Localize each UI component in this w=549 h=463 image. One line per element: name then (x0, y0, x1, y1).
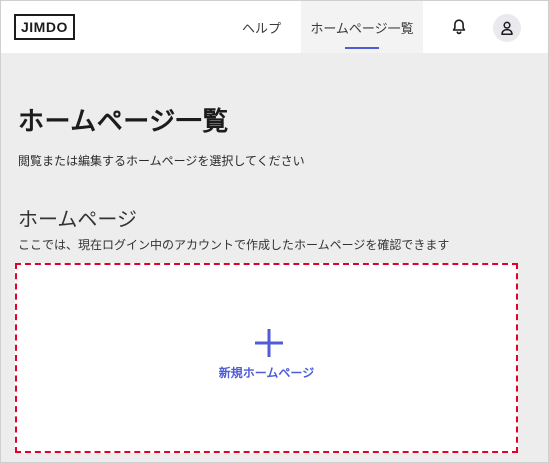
section-description: ここでは、現在ログイン中のアカウントで作成したホームページを確認できます (18, 238, 450, 252)
plus-icon (253, 327, 285, 359)
new-site-button[interactable]: 新規ホームページ (15, 263, 518, 453)
section-title: ホームページ (18, 207, 137, 231)
jimdo-logo[interactable]: JIMDO (14, 14, 75, 40)
page-title: ホームページ一覧 (18, 107, 229, 137)
top-header: JIMDO ヘルプ ホームページ一覧 (1, 1, 548, 53)
page-description: 閲覧または編集するホームページを選択してください (18, 154, 305, 168)
new-site-label: 新規ホームページ (218, 366, 315, 380)
app-window: JIMDO ヘルプ ホームページ一覧 ホームページ一覧 閲覧または編集するホーム… (0, 0, 549, 463)
active-nav-indicator (345, 47, 379, 49)
account-button[interactable] (493, 14, 521, 42)
nav-help-link[interactable]: ヘルプ (242, 1, 281, 53)
bell-icon[interactable] (449, 17, 469, 37)
user-icon (501, 21, 513, 35)
nav-sites-label: ホームページ一覧 (310, 21, 414, 37)
nav-sites-link[interactable]: ホームページ一覧 (301, 1, 423, 53)
